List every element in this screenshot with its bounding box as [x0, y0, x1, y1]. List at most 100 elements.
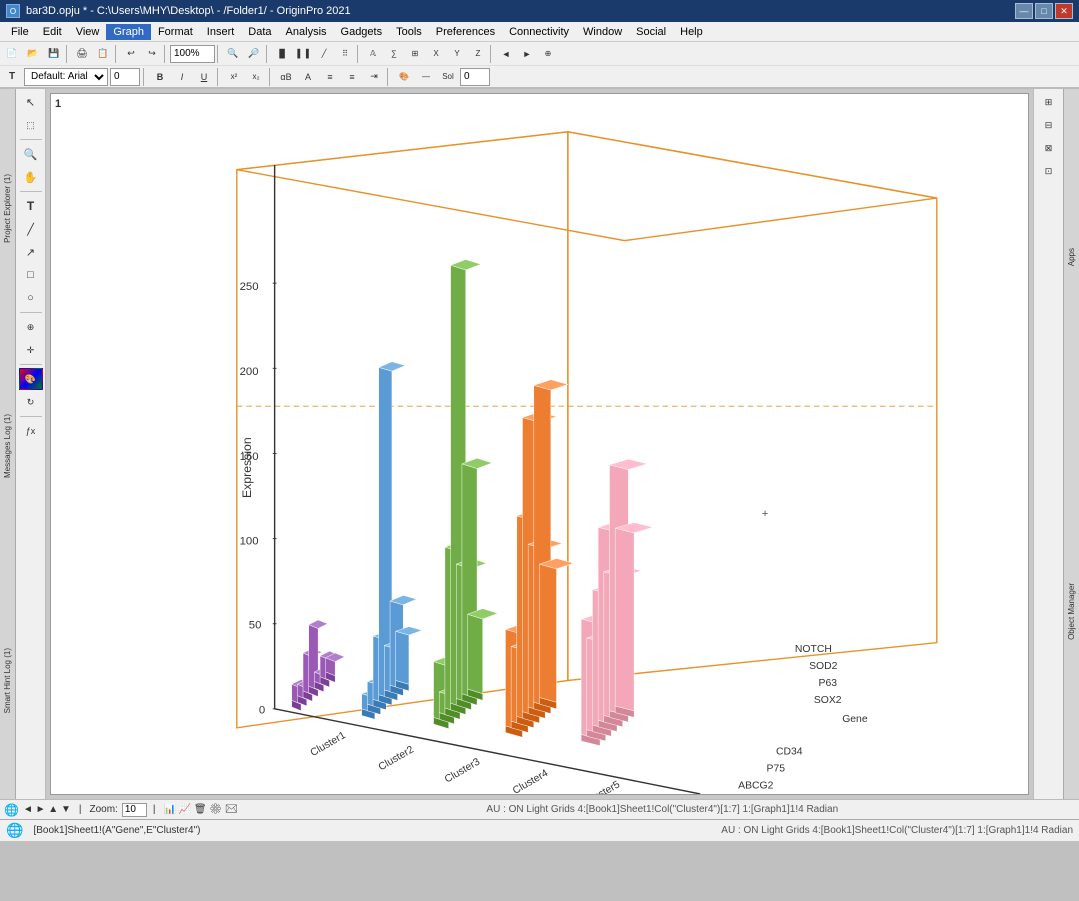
right-tool-1[interactable]: ⊞ — [1037, 91, 1061, 113]
smart-hint-tab[interactable]: Smart Hint Log (1) — [3, 644, 12, 717]
tool-arrow[interactable]: ↗ — [19, 241, 43, 263]
menu-tools[interactable]: Tools — [389, 24, 429, 40]
tool-pan[interactable]: ✋ — [19, 166, 43, 188]
tb-more2[interactable]: ∑ — [384, 44, 404, 64]
tb-text-t[interactable]: T — [2, 67, 22, 87]
tool-rect[interactable]: □ — [19, 264, 43, 286]
tb-sep-6 — [357, 45, 361, 63]
tb-fill[interactable]: 🎨 — [394, 67, 414, 87]
tb-align-c[interactable]: ≡ — [342, 67, 362, 87]
tool-color[interactable]: 🎨 — [19, 368, 43, 390]
right-tool-2[interactable]: ⊟ — [1037, 114, 1061, 136]
app-icon: O — [6, 4, 20, 18]
status-zoom-label: Zoom: — [90, 804, 118, 815]
tb-nav-next[interactable]: ► — [517, 44, 537, 64]
project-explorer-tab[interactable]: Project Explorer (1) — [3, 170, 12, 247]
svg-text:Cluster2: Cluster2 — [377, 744, 416, 773]
font-select[interactable]: Default: Arial — [24, 68, 108, 86]
minimize-btn[interactable]: — — [1015, 3, 1033, 19]
menu-window[interactable]: Window — [576, 24, 629, 40]
menu-graph[interactable]: Graph — [106, 24, 151, 40]
tool-pointer[interactable]: ↖ — [19, 91, 43, 113]
tb-sub[interactable]: x₂ — [246, 67, 266, 87]
close-btn[interactable]: ✕ — [1055, 3, 1073, 19]
tb-new[interactable]: 📄 — [2, 44, 22, 64]
tb-copy[interactable]: 📋 — [93, 44, 113, 64]
apps-tab[interactable]: Apps — [1067, 244, 1076, 270]
status-zoom-input[interactable] — [122, 803, 147, 817]
svg-text:250: 250 — [240, 281, 259, 293]
tb-more1[interactable]: 𝔸 — [363, 44, 383, 64]
tb-redo[interactable]: ↪ — [142, 44, 162, 64]
menu-social[interactable]: Social — [629, 24, 673, 40]
svg-text:SOD2: SOD2 — [809, 661, 838, 672]
tb-open[interactable]: 📂 — [23, 44, 43, 64]
bar-c5-g7 — [615, 523, 653, 718]
window-title: bar3D.opju * - C:\Users\MHY\Desktop\ - /… — [26, 5, 351, 17]
menu-data[interactable]: Data — [241, 24, 278, 40]
graph-container[interactable]: 1 0 50 100 150 200 — [50, 93, 1029, 795]
tool-zoom[interactable]: 🔍 — [19, 143, 43, 165]
tb-undo[interactable]: ↩ — [121, 44, 141, 64]
tool-line-draw[interactable]: ╱ — [19, 218, 43, 240]
tb-more4[interactable]: ⊕ — [538, 44, 558, 64]
menu-insert[interactable]: Insert — [200, 24, 242, 40]
line-width-input[interactable] — [460, 68, 490, 86]
tb-super[interactable]: x² — [224, 67, 244, 87]
tb-scatter[interactable]: ⠿ — [335, 44, 355, 64]
maximize-btn[interactable]: □ — [1035, 3, 1053, 19]
menu-connectivity[interactable]: Connectivity — [502, 24, 576, 40]
tb-z-axis[interactable]: Z — [468, 44, 488, 64]
tb-bold[interactable]: B — [150, 67, 170, 87]
tb-color-a[interactable]: A — [298, 67, 318, 87]
tb-bar1[interactable]: ▐▌ — [272, 44, 292, 64]
tool-crosshair[interactable]: ✛ — [19, 339, 43, 361]
font-size-input[interactable]: 0 — [110, 68, 140, 86]
tool-data-reader[interactable]: ⊕ — [19, 316, 43, 338]
svg-text:Cluster3: Cluster3 — [443, 756, 482, 785]
tb-save[interactable]: 💾 — [44, 44, 64, 64]
tb-line-color[interactable]: — — [416, 67, 436, 87]
tb-underline[interactable]: U — [194, 67, 214, 87]
zoom-input[interactable]: 100% — [170, 45, 215, 63]
menu-analysis[interactable]: Analysis — [279, 24, 334, 40]
tb-print[interactable]: 🖨 — [72, 44, 92, 64]
tool-rotate3d[interactable]: ↻ — [19, 391, 43, 413]
tb-x-axis[interactable]: X — [426, 44, 446, 64]
tb-y-axis[interactable]: Y — [447, 44, 467, 64]
tool-text[interactable]: T — [19, 195, 43, 217]
tb-more3[interactable]: ⊞ — [405, 44, 425, 64]
menu-preferences[interactable]: Preferences — [429, 24, 502, 40]
tb-alpha[interactable]: αB — [276, 67, 296, 87]
bottom-globe-icon: 🌐 — [6, 822, 23, 839]
tb-nav-prev[interactable]: ◄ — [496, 44, 516, 64]
menu-file[interactable]: File — [4, 24, 36, 40]
menu-gadgets[interactable]: Gadgets — [334, 24, 390, 40]
svg-text:Gene: Gene — [842, 714, 868, 725]
status-nav-arrows[interactable]: ◄ ► ▲ ▼ — [23, 804, 71, 815]
messages-log-tab[interactable]: Messages Log (1) — [3, 410, 12, 482]
tb-italic[interactable]: I — [172, 67, 192, 87]
tool-formula[interactable]: ƒx — [19, 420, 43, 442]
tool-sep-3 — [20, 312, 42, 313]
tb-sol[interactable]: Sol — [438, 67, 458, 87]
right-tool-3[interactable]: ⊠ — [1037, 137, 1061, 159]
tool-ellipse[interactable]: ○ — [19, 287, 43, 309]
tb-line[interactable]: ╱ — [314, 44, 334, 64]
window-controls[interactable]: — □ ✕ — [1015, 3, 1073, 19]
tool-select[interactable]: ⬚ — [19, 114, 43, 136]
tb-bar2[interactable]: ▌▐ — [293, 44, 313, 64]
tb-sep-2 — [115, 45, 119, 63]
object-manager-tab[interactable]: Object Manager — [1067, 579, 1076, 644]
menu-edit[interactable]: Edit — [36, 24, 69, 40]
menu-help[interactable]: Help — [673, 24, 710, 40]
right-tool-4[interactable]: ⊡ — [1037, 160, 1061, 182]
tb-zoom-in[interactable]: 🔍 — [223, 44, 243, 64]
tb-zoom-out[interactable]: 🔎 — [244, 44, 264, 64]
bar-c2-g7 — [396, 627, 422, 691]
menu-view[interactable]: View — [69, 24, 107, 40]
menu-format[interactable]: Format — [151, 24, 200, 40]
tb-align-l[interactable]: ≡ — [320, 67, 340, 87]
tb-indent[interactable]: ⇥ — [364, 67, 384, 87]
tb-sep-7 — [490, 45, 494, 63]
